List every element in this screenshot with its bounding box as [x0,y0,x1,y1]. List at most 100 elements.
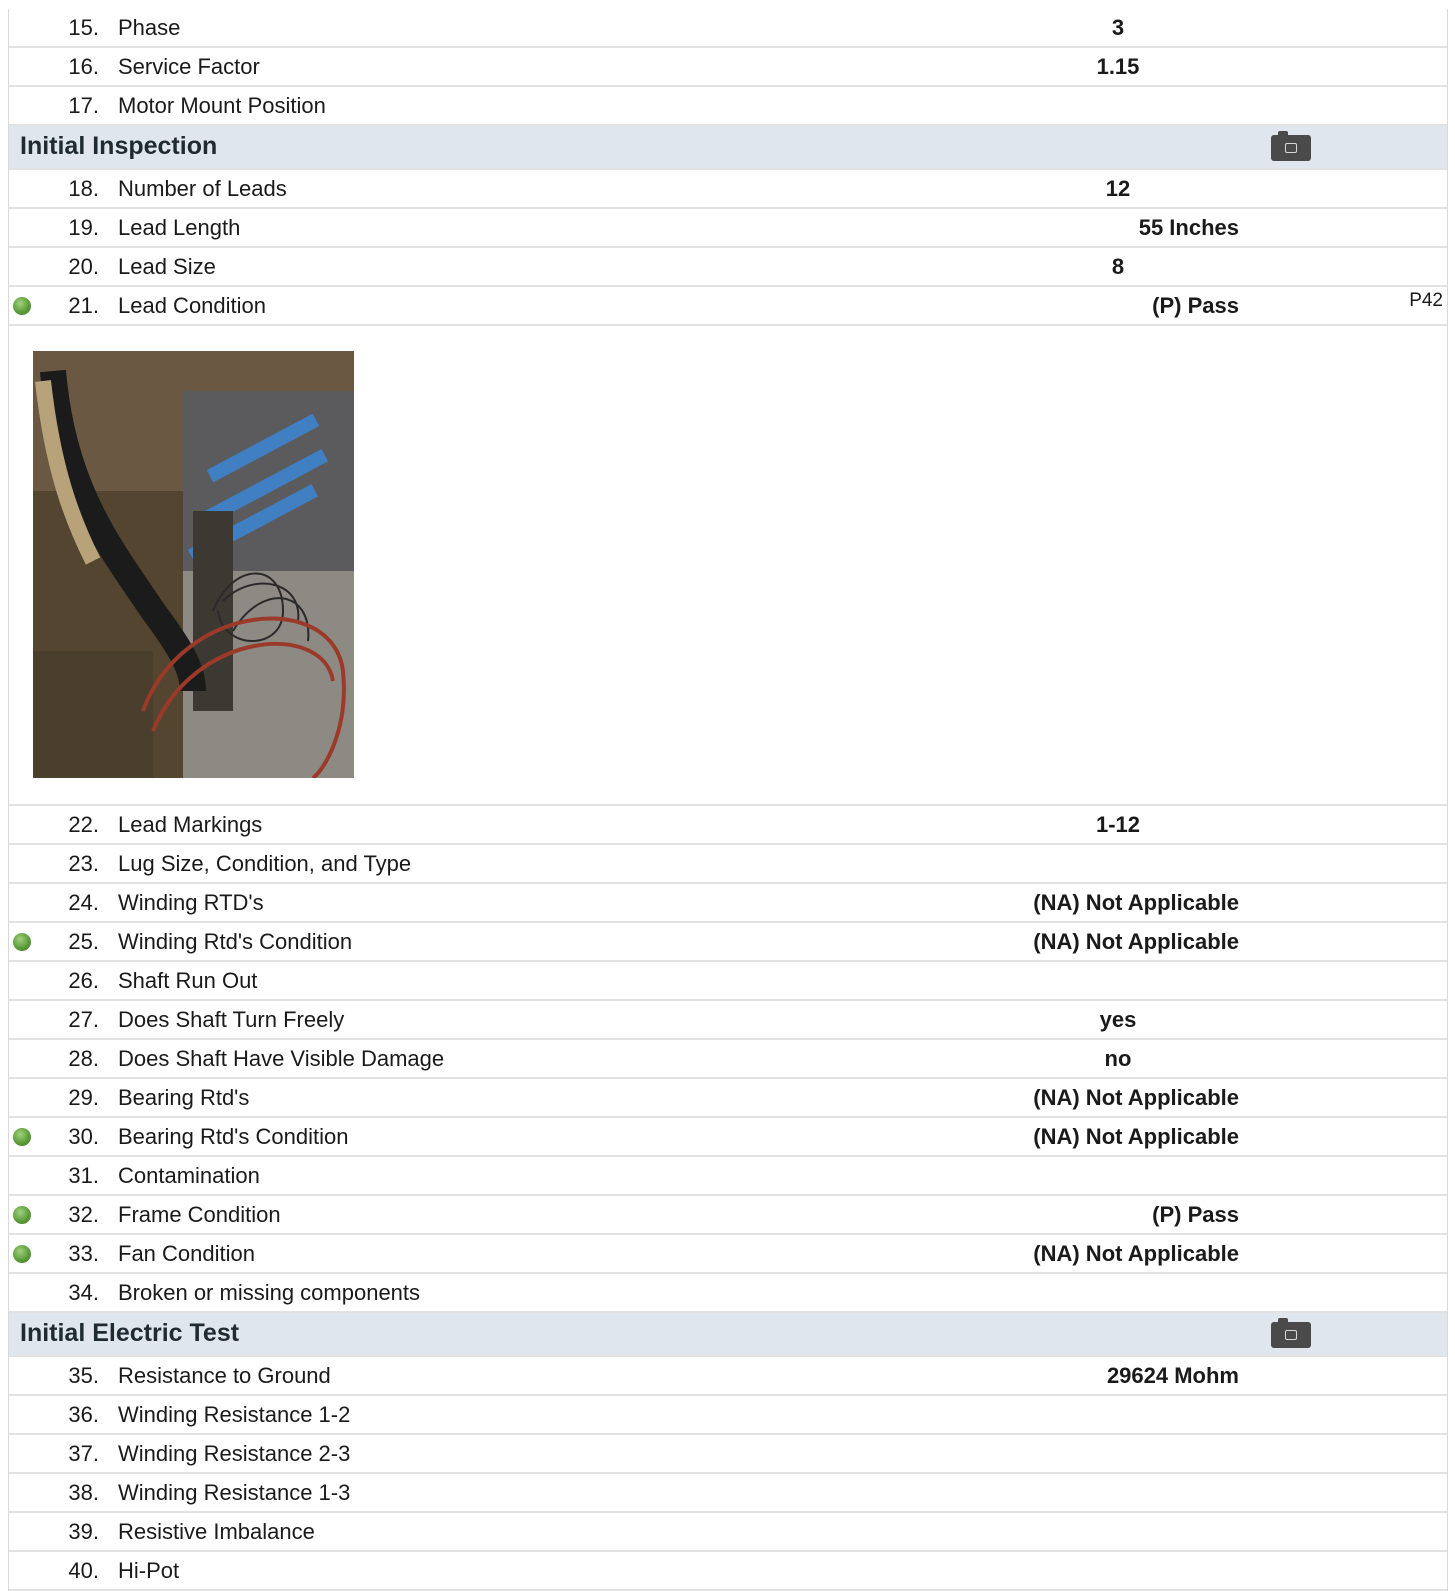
item-label: Frame Condition [118,1202,281,1227]
item-label: Bearing Rtd's Condition [118,1124,349,1149]
list-item: 30. Bearing Rtd's Condition (NA) Not App… [9,1118,1447,1157]
list-item: 35. Resistance to Ground 29624 Mohm [9,1357,1447,1396]
lead-condition-photo[interactable] [33,351,354,778]
section-header-initial-inspection: Initial Inspection [9,126,1447,170]
item-number: 16. [68,54,99,79]
status-pass-icon [13,933,31,951]
item-label: Contamination [118,1163,260,1188]
item-number: 15. [68,15,99,40]
item-value: (P) Pass [1152,293,1239,318]
item-value: 1-12 [1095,812,1141,837]
item-number: 39. [68,1519,99,1544]
list-item: 39. Resistive Imbalance [9,1513,1447,1552]
item-number: 19. [68,215,99,240]
item-label: Phase [118,15,181,40]
item-label: Number of Leads [118,176,287,201]
item-number: 34. [68,1280,99,1305]
list-item: 37. Winding Resistance 2-3 [9,1435,1447,1474]
list-item: 34. Broken or missing components [9,1274,1447,1313]
section-title: Initial Inspection [20,132,218,160]
list-item: 17. Motor Mount Position [9,87,1447,126]
item-label: Winding Resistance 1-2 [118,1402,351,1427]
item-label: Winding RTD's [118,890,264,915]
camera-icon[interactable] [1271,1318,1311,1348]
item-number: 35. [68,1363,99,1388]
item-number: 31. [68,1163,99,1188]
status-pass-icon [13,297,31,315]
photo-attachment-row [9,326,1447,806]
item-number: 29. [68,1085,99,1110]
item-label: Shaft Run Out [118,968,258,993]
inspection-report: 15. Phase 3 16. Service Factor 1.15 17. … [8,9,1448,1591]
list-item: 18. Number of Leads 12 [9,170,1447,209]
list-item: 19. Lead Length 55 Inches [9,209,1447,248]
item-number: 24. [68,890,99,915]
item-number: 40. [68,1558,99,1583]
item-label: Lead Condition [118,293,267,318]
item-label: Fan Condition [118,1241,255,1266]
item-number: 26. [68,968,99,993]
list-item: 16. Service Factor 1.15 [9,48,1447,87]
item-value: 3 [1111,15,1125,40]
item-value: (NA) Not Applicable [1033,1241,1239,1266]
list-item: 31. Contamination [9,1157,1447,1196]
list-item: 25. Winding Rtd's Condition (NA) Not App… [9,923,1447,962]
item-number: 22. [68,812,99,837]
item-label: Resistive Imbalance [118,1519,315,1544]
list-item: 33. Fan Condition (NA) Not Applicable [9,1235,1447,1274]
item-number: 33. [68,1241,99,1266]
item-number: 18. [68,176,99,201]
list-item: 20. Lead Size 8 [9,248,1447,287]
list-item: 21. Lead Condition (P) Pass P42 [9,287,1447,326]
item-label: Resistance to Ground [118,1363,331,1388]
list-item: 26. Shaft Run Out [9,962,1447,1001]
list-item: 36. Winding Resistance 1-2 [9,1396,1447,1435]
item-number: 25. [68,929,99,954]
item-label: Does Shaft Turn Freely [118,1007,345,1032]
camera-icon[interactable] [1271,131,1311,161]
item-label: Lead Markings [118,812,263,837]
list-item: 29. Bearing Rtd's (NA) Not Applicable [9,1079,1447,1118]
item-value: (NA) Not Applicable [1033,929,1239,954]
item-number: 28. [68,1046,99,1071]
item-number: 27. [68,1007,99,1032]
item-value: (NA) Not Applicable [1033,1085,1239,1110]
item-reference: P42 [1409,290,1443,311]
item-number: 20. [68,254,99,279]
item-label: Winding Resistance 2-3 [118,1441,351,1466]
item-value: 12 [1105,176,1131,201]
item-value: 8 [1111,254,1125,279]
item-value: 1.15 [1096,54,1140,79]
list-item: 32. Frame Condition (P) Pass [9,1196,1447,1235]
list-item: 28. Does Shaft Have Visible Damage no [9,1040,1447,1079]
item-value: (NA) Not Applicable [1033,890,1239,915]
item-value: (P) Pass [1152,1202,1239,1227]
status-pass-icon [13,1128,31,1146]
list-item: 38. Winding Resistance 1-3 [9,1474,1447,1513]
item-label: Winding Rtd's Condition [118,929,353,954]
list-item: 23. Lug Size, Condition, and Type [9,845,1447,884]
item-label: Broken or missing components [118,1280,421,1305]
item-label: Motor Mount Position [118,93,326,118]
item-label: Lead Size [118,254,216,279]
item-value: yes [1099,1007,1137,1032]
item-label: Lead Length [118,215,241,240]
item-number: 36. [68,1402,99,1427]
list-item: 40. Hi-Pot [9,1552,1447,1591]
status-pass-icon [13,1206,31,1224]
item-label: Winding Resistance 1-3 [118,1480,351,1505]
list-item: 22. Lead Markings 1-12 [9,806,1447,845]
item-value: 55 Inches [1138,215,1239,240]
item-value: (NA) Not Applicable [1033,1124,1239,1149]
section-title: Initial Electric Test [20,1319,240,1347]
item-number: 32. [68,1202,99,1227]
list-item: 27. Does Shaft Turn Freely yes [9,1001,1447,1040]
item-label: Lug Size, Condition, and Type [118,851,412,876]
item-number: 17. [68,93,99,118]
section-header-initial-electric-test: Initial Electric Test [9,1313,1447,1357]
item-label: Hi-Pot [118,1558,180,1583]
item-number: 37. [68,1441,99,1466]
list-item: 15. Phase 3 [9,9,1447,48]
item-label: Service Factor [118,54,260,79]
item-value: no [1104,1046,1132,1071]
